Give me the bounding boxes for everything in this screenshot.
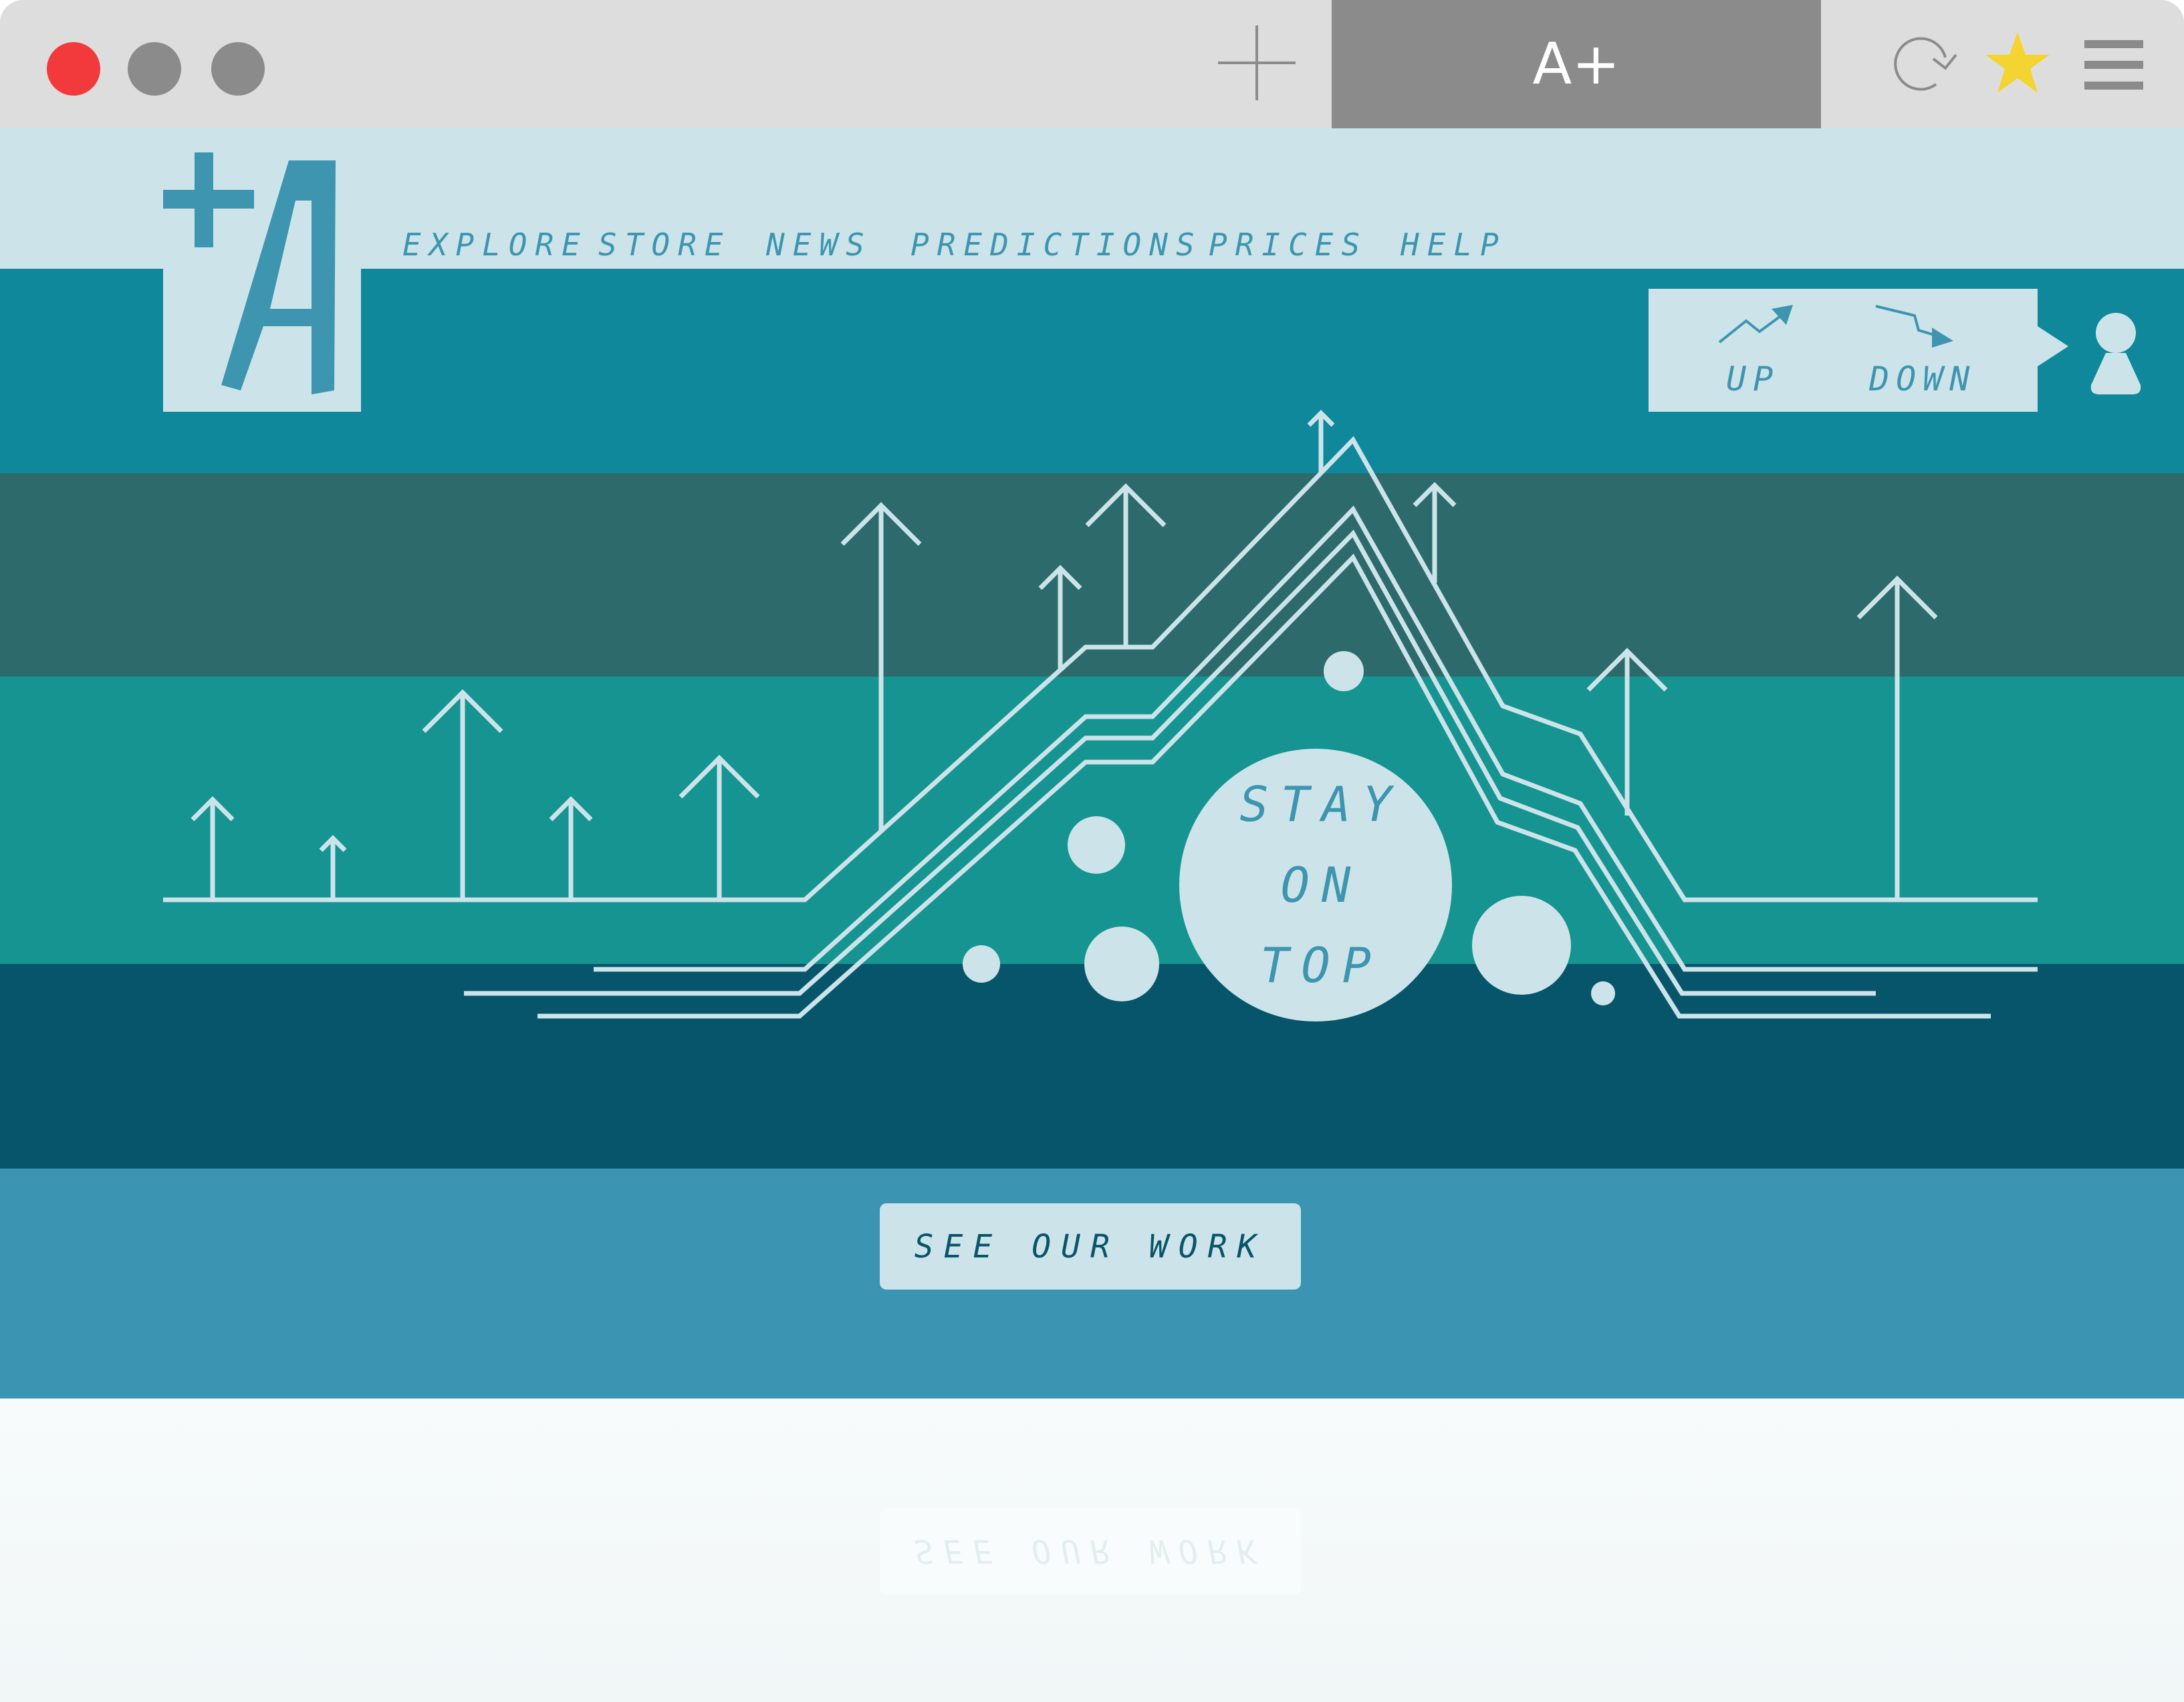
hero-line-3: TOP: [1259, 937, 1384, 994]
see-our-work-button[interactable]: SEE OUR WORK: [880, 1203, 1301, 1290]
hero-headline: STAY ON TOP: [1179, 749, 1452, 1021]
browser-window: A+ EXPLORE STORE NEWS PREDICTIONS PRICES…: [0, 0, 2184, 1702]
growth-chart-lines: [163, 436, 2038, 1019]
hero-illustration: [163, 410, 2038, 1021]
hero-line-2: ON: [1280, 856, 1363, 913]
circuit-line-2: [464, 529, 1876, 996]
hero-line-1: STAY: [1239, 775, 1404, 832]
growth-arrows: [191, 410, 1938, 900]
see-our-work-button-reflection: SEE OUR WORK: [880, 1508, 1301, 1594]
